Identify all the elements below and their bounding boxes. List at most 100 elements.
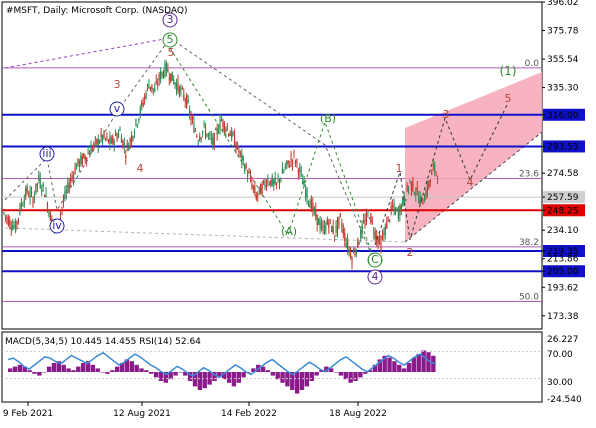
candle-body-72	[107, 139, 109, 143]
candle-body-179	[262, 180, 265, 183]
candle-body-286	[418, 196, 420, 203]
candle-body-0	[3, 212, 5, 214]
candle-body-123	[181, 87, 183, 89]
candle-body-165	[242, 156, 244, 160]
indicator-tick-label-2: 30.00	[547, 378, 573, 388]
candle-body-6	[12, 225, 14, 230]
candle-body-190	[278, 179, 281, 184]
candle-body-62	[93, 142, 95, 146]
candle-body-16	[26, 186, 28, 192]
macd-bar-81	[401, 368, 407, 372]
wave-label-7: iv	[52, 219, 62, 232]
macd-bar-14	[76, 366, 81, 372]
candle-body-114	[168, 77, 170, 80]
candle-body-23	[36, 183, 38, 186]
candle-body-89	[132, 136, 134, 140]
candle-body-143	[210, 137, 212, 140]
candle-body-79	[117, 133, 120, 137]
candle-body-220	[322, 226, 324, 228]
candle-body-155	[228, 133, 230, 136]
candle-body-185	[271, 176, 273, 186]
candle-body-15	[25, 188, 27, 197]
candle-body-280	[409, 180, 411, 182]
candle-body-133	[196, 135, 198, 137]
candle-body-148	[218, 131, 220, 134]
candle-body-200	[293, 152, 295, 154]
candle-body-95	[141, 102, 143, 106]
macd-bar-35	[178, 372, 183, 373]
candle-body-18	[29, 191, 31, 199]
candle-body-59	[88, 152, 91, 155]
candle-body-145	[213, 133, 215, 146]
candle-body-193	[283, 170, 285, 173]
candle-body-182	[267, 179, 269, 183]
price-tick-label-12: 205.00	[547, 267, 579, 277]
candle-body-66	[99, 142, 101, 144]
candle-body-289	[422, 203, 424, 205]
price-tick-label-9: 234.10	[547, 226, 579, 236]
price-chart[interactable]: 0.023.638.250.0 (1)3553viiiiv4(B)(A)(C)4…	[0, 0, 596, 425]
candle-body-138	[203, 123, 205, 125]
macd-bar-45	[226, 372, 232, 383]
candle-body-1	[4, 215, 7, 217]
macd-bar-26	[134, 364, 139, 372]
macd-bar-71	[353, 372, 358, 381]
macd-bar-2	[17, 364, 23, 372]
candle-body-118	[174, 82, 176, 86]
candle-body-192	[281, 168, 283, 174]
candle-body-203	[297, 169, 299, 174]
candle-body-51	[77, 158, 79, 164]
candle-body-71	[106, 136, 108, 138]
macd-bar-13	[71, 370, 76, 372]
date-tick-label-2: 14 Feb 2022	[221, 409, 277, 419]
candle-body-183	[268, 183, 270, 185]
candle-body-117	[173, 79, 175, 84]
candle-body-10	[17, 218, 20, 220]
candle-body-55	[83, 153, 85, 158]
candle-body-186	[273, 180, 275, 184]
macd-bar-62	[309, 372, 314, 381]
candle-body-208	[305, 189, 307, 198]
date-tick-label-0: 9 Feb 2021	[3, 409, 53, 419]
candle-body-221	[323, 225, 326, 234]
candle-body-144	[212, 138, 214, 145]
indicator-tick-label-0: 26.227	[547, 335, 579, 345]
candle-body-112	[165, 62, 167, 72]
macd-bar-52	[260, 366, 266, 372]
candle-body-223	[326, 219, 328, 225]
macd-bar-20	[105, 372, 110, 374]
macd-bar-54	[270, 372, 276, 376]
candle-body-187	[274, 178, 276, 185]
fib-label-3: 50.0	[519, 293, 539, 303]
wave-label-0: (1)	[500, 64, 517, 78]
candle-body-102	[151, 84, 153, 90]
candle-body-20	[32, 198, 34, 206]
price-tick-label-5: 293.53	[547, 142, 579, 152]
candle-body-101	[149, 86, 152, 89]
macd-bar-29	[149, 372, 154, 374]
candle-body-52	[78, 160, 80, 167]
candle-body-73	[109, 136, 111, 144]
candle-body-78	[116, 135, 118, 140]
wave-label-9: (B)	[320, 112, 336, 125]
macd-bar-47	[236, 372, 241, 383]
candle-body-64	[96, 139, 98, 145]
candle-body-281	[410, 181, 413, 190]
candle-body-150	[220, 119, 223, 121]
candle-body-259	[378, 235, 381, 241]
candle-body-115	[170, 73, 172, 82]
candle-body-90	[133, 131, 136, 135]
candle-body-7	[13, 225, 15, 228]
candle-body-202	[296, 159, 298, 163]
candle-body-242	[354, 253, 356, 255]
wave-label-10: (A)	[281, 225, 297, 238]
candle-body-43	[65, 190, 67, 194]
candle-body-48	[73, 174, 75, 179]
candle-body-9	[16, 221, 18, 225]
candle-body-13	[22, 204, 24, 207]
candle-body-97	[144, 96, 146, 99]
candle-body-56	[84, 157, 86, 161]
candle-body-277	[405, 198, 407, 202]
candle-body-134	[197, 141, 199, 143]
price-tick-label-2: 355.54	[547, 55, 579, 65]
